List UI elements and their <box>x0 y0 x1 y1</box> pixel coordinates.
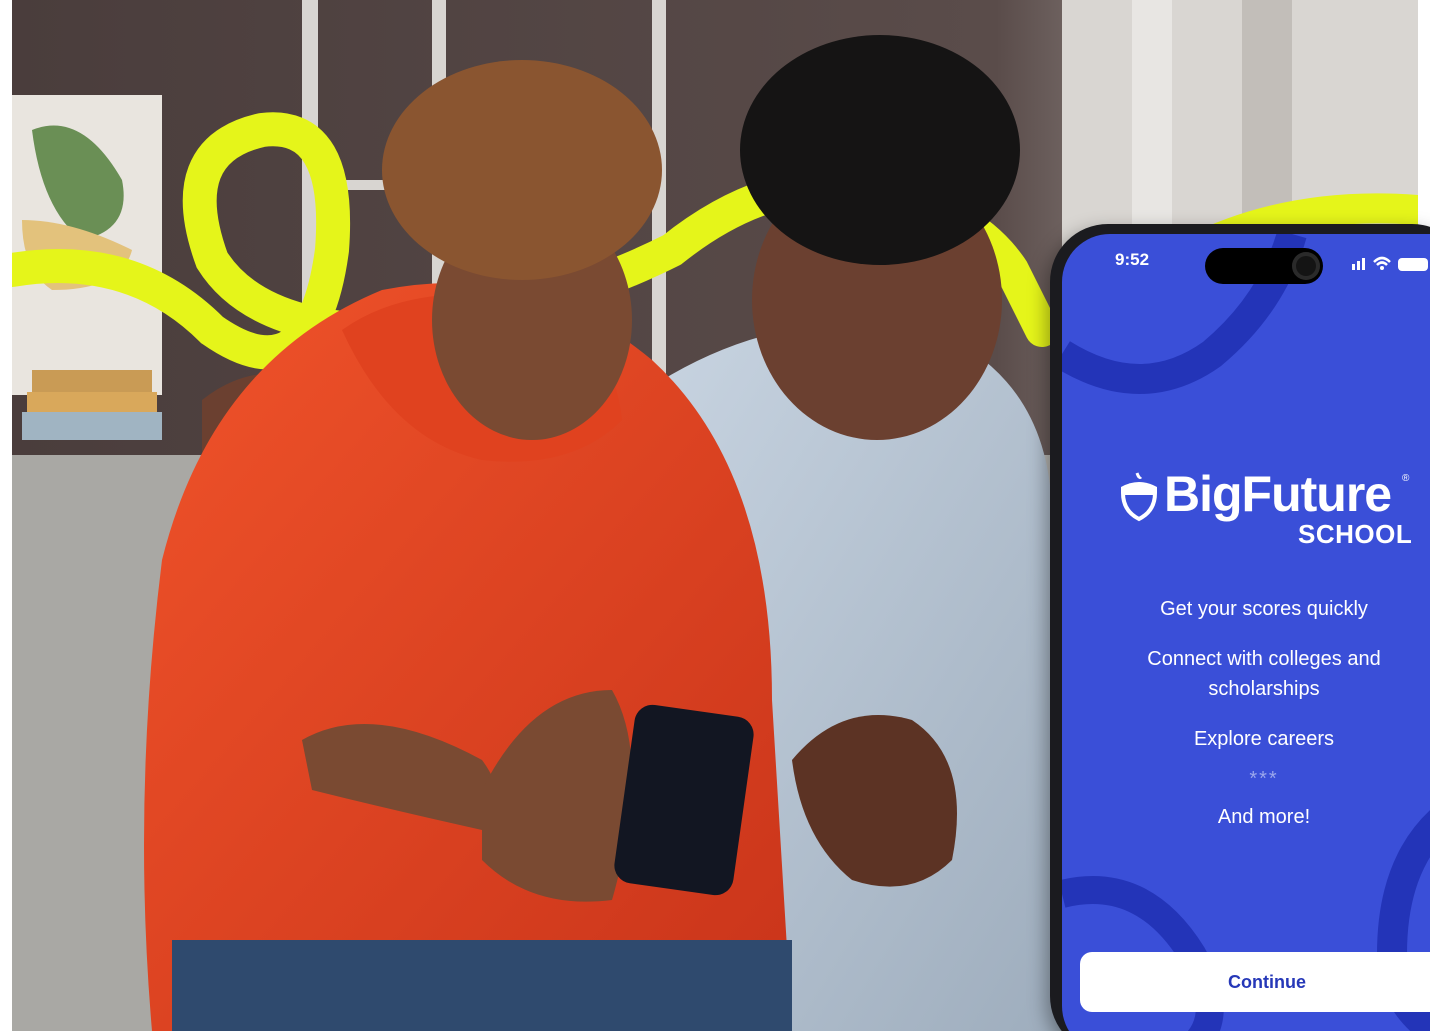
promo-banner: 9:52 BigFuture ® SCHOOL Get your scores … <box>0 0 1430 1031</box>
camera-icon <box>1292 252 1320 280</box>
signal-bars-icon <box>1352 258 1365 270</box>
continue-button[interactable]: Continue <box>1080 952 1430 1012</box>
status-time: 9:52 <box>1115 250 1150 269</box>
jeans <box>172 940 792 1031</box>
books <box>32 370 152 392</box>
held-phone <box>614 704 754 896</box>
phone-mockup: 9:52 BigFuture ® SCHOOL Get your scores … <box>1050 224 1430 1031</box>
logo-subtext: SCHOOL <box>1298 519 1413 549</box>
feature-item-scores: Get your scores quickly <box>1160 598 1368 620</box>
battery-icon <box>1398 258 1428 271</box>
feature-item-colleges-text: Connect with colleges and scholarships <box>1147 648 1381 700</box>
acorn-icon <box>1120 472 1158 522</box>
teen-hair <box>382 60 662 280</box>
wifi-icon <box>1373 256 1391 270</box>
app-screen: 9:52 BigFuture ® SCHOOL Get your scores … <box>1062 234 1430 1031</box>
feature-item-colleges: Connect with colleges and scholarships <box>1062 644 1430 704</box>
separator: *** <box>1249 768 1279 790</box>
registered-mark: ® <box>1402 473 1410 484</box>
feature-list: Get your scores quickly Connect with col… <box>1062 594 1430 852</box>
status-bar: 9:52 <box>1062 234 1430 294</box>
bigfuture-logo: BigFuture ® SCHOOL <box>1062 459 1430 559</box>
feature-item-careers: Explore careers <box>1193 728 1335 750</box>
feature-item-more: And more! <box>1217 806 1311 828</box>
woman-hair <box>740 35 1020 265</box>
logo-text: BigFuture <box>1164 466 1392 522</box>
